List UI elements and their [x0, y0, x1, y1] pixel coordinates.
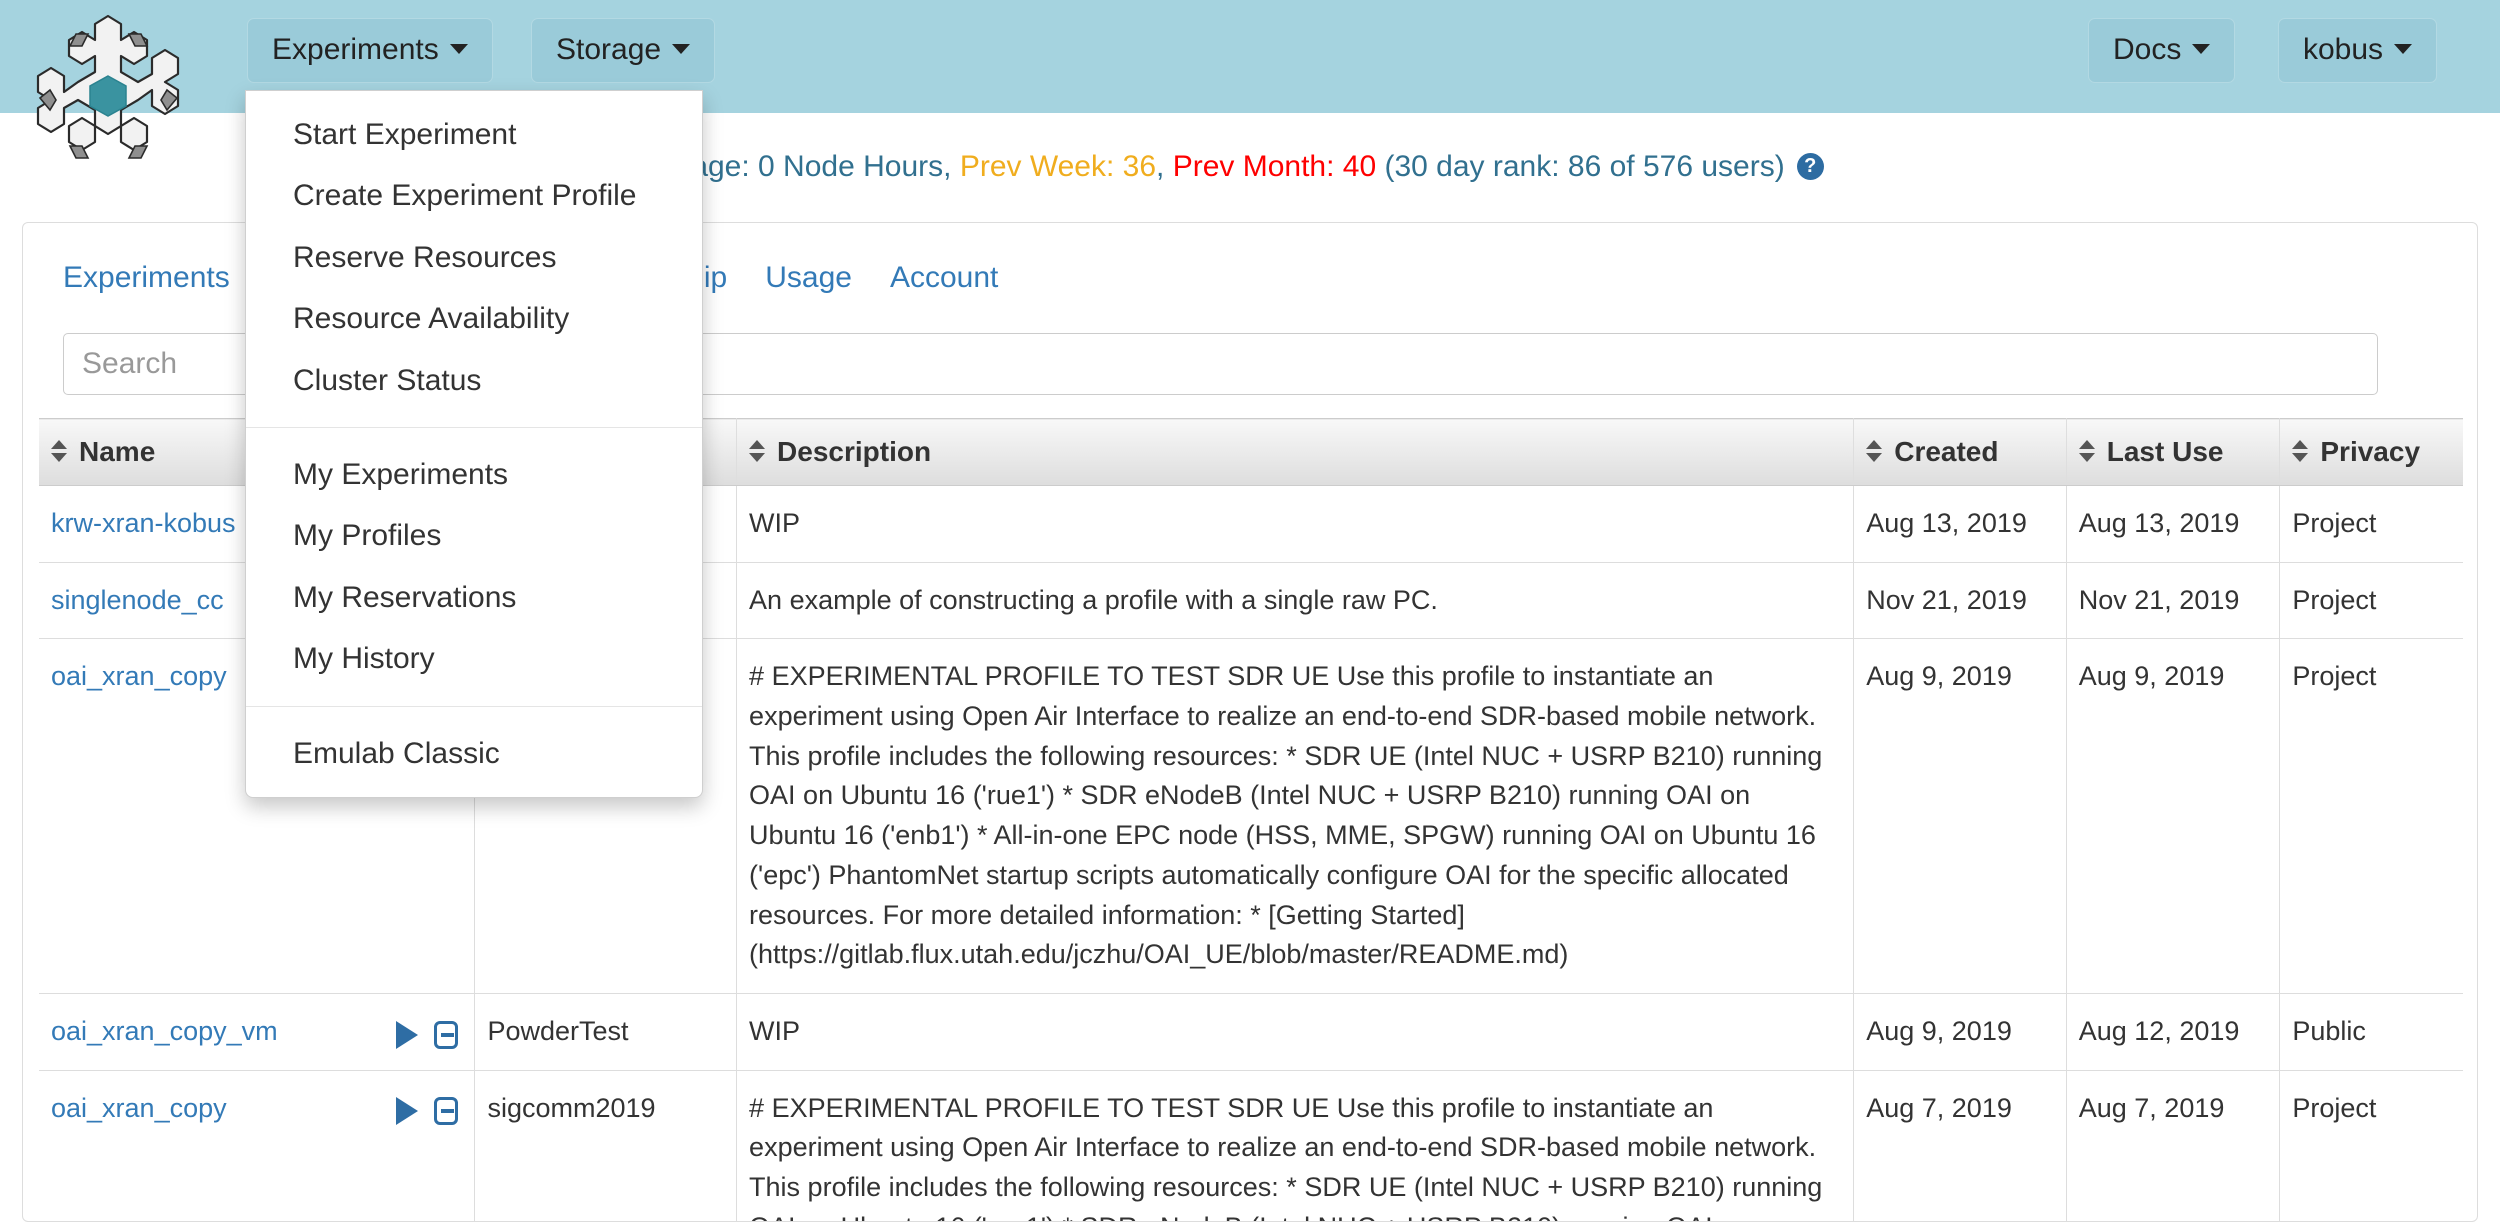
usage-prev-week: Prev Week: 36	[959, 150, 1157, 183]
cell-privacy: Project	[2279, 1069, 2463, 1221]
cell-last-use: Aug 9, 2019	[2066, 638, 2281, 994]
column-label-description: Description	[777, 436, 932, 467]
cell-created: Nov 21, 2019	[1853, 561, 2067, 639]
nav-user-label: kobus	[2303, 33, 2384, 66]
profile-name-link[interactable]: singlenode_cc	[51, 585, 224, 615]
column-header-description[interactable]: Description	[736, 418, 1855, 486]
tab-account[interactable]: Account	[890, 263, 998, 293]
nav-experiments-button[interactable]: Experiments	[247, 18, 493, 83]
profile-name-link[interactable]: oai_xran_copy	[51, 661, 227, 691]
menu-item-my-reservations[interactable]: My Reservations	[246, 567, 702, 628]
cell-privacy: Public	[2279, 992, 2463, 1071]
profile-name-link[interactable]: oai_xran_copy_vm	[51, 1016, 278, 1046]
column-label-name: Name	[79, 436, 156, 467]
nav-storage-button[interactable]: Storage	[531, 18, 716, 83]
nav-user-button[interactable]: kobus	[2278, 18, 2438, 83]
tab-usage[interactable]: Usage	[765, 263, 852, 293]
cell-privacy: Project	[2279, 638, 2463, 994]
menu-divider	[246, 705, 702, 707]
sort-icon	[2292, 440, 2309, 462]
menu-item-resource-availability[interactable]: Resource Availability	[246, 288, 702, 349]
instantiate-icon[interactable]	[434, 1097, 459, 1126]
play-icon[interactable]	[396, 1020, 419, 1049]
usage-prev-month: Prev Month: 40	[1172, 150, 1377, 183]
snowflake-logo[interactable]	[26, 6, 191, 186]
nav-docs-button[interactable]: Docs	[2088, 18, 2236, 83]
cell-last-use: Aug 12, 2019	[2066, 992, 2281, 1071]
column-header-last-use[interactable]: Last Use	[2066, 418, 2281, 486]
experiments-dropdown-menu: Start Experiment Create Experiment Profi…	[245, 90, 703, 798]
nav-storage-label: Storage	[556, 33, 662, 66]
table-row: oai_xran_copy sigcomm2019 # EXPERIMENTAL…	[39, 1069, 2463, 1221]
profile-name-link[interactable]: krw-xran-kobus	[51, 508, 236, 538]
menu-item-my-profiles[interactable]: My Profiles	[246, 505, 702, 566]
table-row: oai_xran_copy_vm PowderTest WIP Aug 9, 2…	[39, 992, 2463, 1071]
cell-last-use: Nov 21, 2019	[2066, 561, 2281, 639]
menu-item-create-experiment-profile[interactable]: Create Experiment Profile	[246, 165, 702, 226]
cell-privacy: Project	[2279, 561, 2463, 639]
cell-last-use: Aug 7, 2019	[2066, 1069, 2281, 1221]
menu-item-my-experiments[interactable]: My Experiments	[246, 444, 702, 505]
row-actions	[396, 1014, 459, 1054]
chevron-down-icon	[449, 44, 468, 55]
cell-description: # EXPERIMENTAL PROFILE TO TEST SDR UE Us…	[736, 1069, 1855, 1221]
usage-comma-1: ,	[943, 150, 960, 183]
menu-item-start-experiment[interactable]: Start Experiment	[246, 104, 702, 165]
cell-created: Aug 7, 2019	[1853, 1069, 2067, 1221]
column-label-created: Created	[1894, 436, 1999, 467]
cell-project: PowderTest	[474, 992, 738, 1071]
menu-item-reserve-resources[interactable]: Reserve Resources	[246, 227, 702, 288]
play-icon[interactable]	[396, 1097, 419, 1126]
column-label-privacy: Privacy	[2320, 436, 2421, 467]
cell-name: oai_xran_copy	[39, 1069, 476, 1221]
column-label-last-use: Last Use	[2106, 436, 2224, 467]
chevron-down-icon	[2192, 44, 2211, 55]
cell-project: sigcomm2019	[474, 1069, 738, 1221]
cell-last-use: Aug 13, 2019	[2066, 485, 2281, 563]
tab-experiments[interactable]: Experiments	[63, 263, 230, 293]
chevron-down-icon	[2394, 44, 2413, 55]
cell-created: Aug 9, 2019	[1853, 638, 2067, 994]
instantiate-icon[interactable]	[434, 1020, 459, 1049]
column-header-privacy[interactable]: Privacy	[2279, 418, 2463, 486]
sort-icon	[51, 440, 67, 462]
usage-rank: (30 day rank: 86 of 576 users)	[1376, 150, 1785, 183]
chevron-down-icon	[672, 44, 691, 55]
help-icon[interactable]: ?	[1796, 152, 1824, 180]
cell-privacy: Project	[2279, 485, 2463, 563]
menu-item-my-history[interactable]: My History	[246, 628, 702, 689]
usage-current: sage: 0 Node Hours	[676, 150, 944, 183]
cell-created: Aug 13, 2019	[1853, 485, 2067, 563]
nav-docs-label: Docs	[2113, 33, 2182, 66]
sort-icon	[749, 440, 766, 462]
usage-comma-2: ,	[1156, 150, 1173, 183]
sort-icon	[2078, 440, 2095, 462]
cell-description: WIP	[736, 992, 1855, 1071]
menu-item-emulab-classic[interactable]: Emulab Classic	[246, 723, 702, 784]
row-actions	[396, 1091, 459, 1131]
cell-description: WIP	[736, 485, 1855, 563]
cell-name: oai_xran_copy_vm	[39, 992, 476, 1071]
cell-created: Aug 9, 2019	[1853, 992, 2067, 1071]
column-header-created[interactable]: Created	[1853, 418, 2067, 486]
nav-experiments-label: Experiments	[272, 33, 439, 66]
sort-icon	[1866, 440, 1883, 462]
menu-item-cluster-status[interactable]: Cluster Status	[246, 350, 702, 411]
profile-name-link[interactable]: oai_xran_copy	[51, 1093, 227, 1123]
cell-description: # EXPERIMENTAL PROFILE TO TEST SDR UE Us…	[736, 638, 1855, 994]
cell-description: An example of constructing a profile wit…	[736, 561, 1855, 639]
menu-divider	[246, 426, 702, 428]
